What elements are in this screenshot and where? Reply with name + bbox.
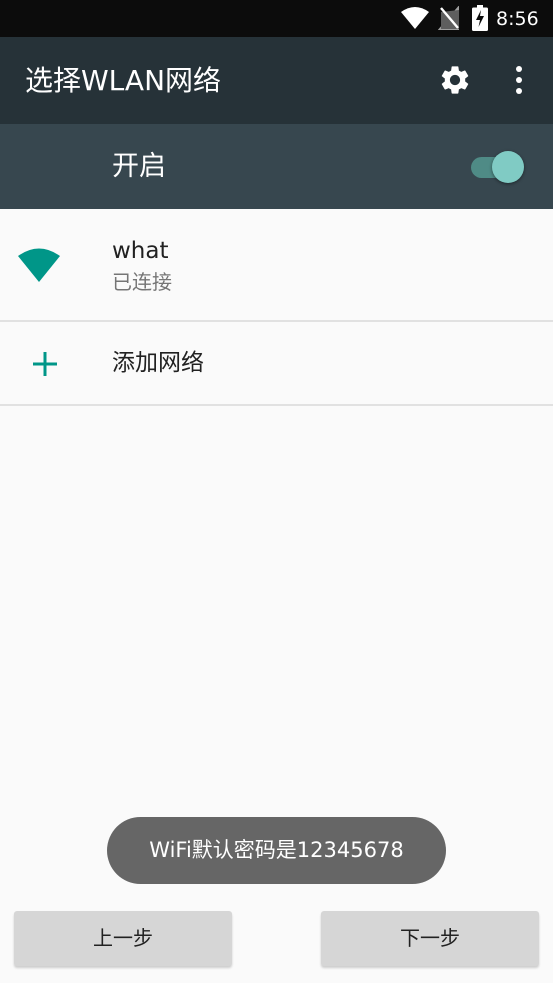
- network-name: what: [112, 238, 169, 264]
- status-bar: 8:56: [0, 0, 553, 37]
- gear-icon: [441, 66, 469, 94]
- next-step-button[interactable]: 下一步: [321, 911, 539, 966]
- plus-icon: [33, 352, 57, 376]
- network-status: 已连接: [112, 270, 172, 294]
- toggle-thumb: [492, 151, 524, 183]
- no-sim-signal-icon: [438, 6, 459, 30]
- wifi-icon: [401, 7, 429, 29]
- battery-charging-icon: [472, 5, 488, 31]
- settings-button[interactable]: [432, 57, 478, 103]
- wlan-toggle[interactable]: [464, 148, 530, 186]
- toast-message: WiFi默认密码是12345678: [107, 817, 446, 884]
- app-toolbar: 选择WLAN网络: [0, 37, 553, 124]
- wifi-signal-icon: [18, 248, 60, 282]
- divider: [0, 404, 553, 406]
- more-vert-icon: [516, 66, 522, 94]
- previous-step-button[interactable]: 上一步: [14, 911, 232, 966]
- wlan-switch-bar[interactable]: 开启: [0, 124, 553, 209]
- more-options-button[interactable]: [500, 57, 538, 103]
- add-network-item[interactable]: 添加网络: [0, 322, 553, 405]
- wlan-switch-label: 开启: [112, 151, 166, 182]
- add-network-label: 添加网络: [112, 350, 204, 376]
- page-title: 选择WLAN网络: [25, 64, 222, 97]
- status-time: 8:56: [496, 8, 539, 30]
- network-item-what[interactable]: what 已连接: [0, 209, 553, 321]
